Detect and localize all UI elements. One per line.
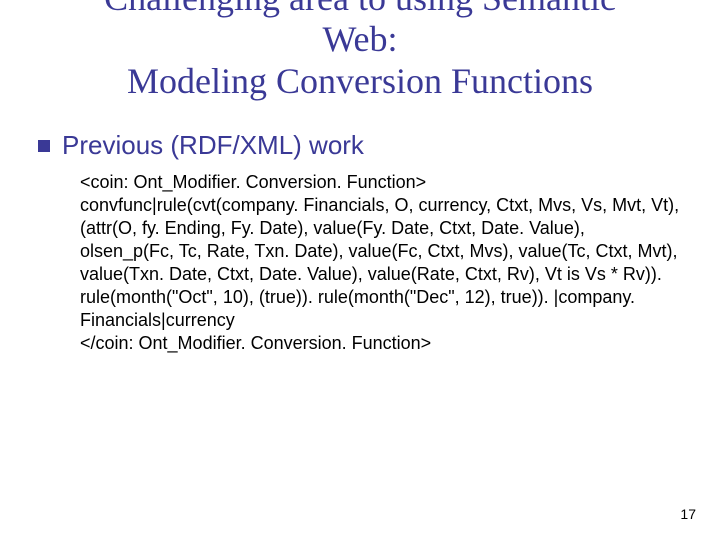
- bullet-marker-icon: [38, 140, 50, 152]
- bullet-item: Previous (RDF/XML) work: [38, 130, 688, 161]
- slide-body: Previous (RDF/XML) work <coin: Ont_Modif…: [38, 130, 688, 355]
- slide: Challenging area to using Semantic Web: …: [0, 0, 720, 540]
- page-number: 17: [680, 506, 696, 522]
- code-block: <coin: Ont_Modifier. Conversion. Functio…: [80, 171, 680, 355]
- slide-title: Challenging area to using Semantic Web: …: [0, 0, 720, 102]
- bullet-text: Previous (RDF/XML) work: [62, 130, 364, 161]
